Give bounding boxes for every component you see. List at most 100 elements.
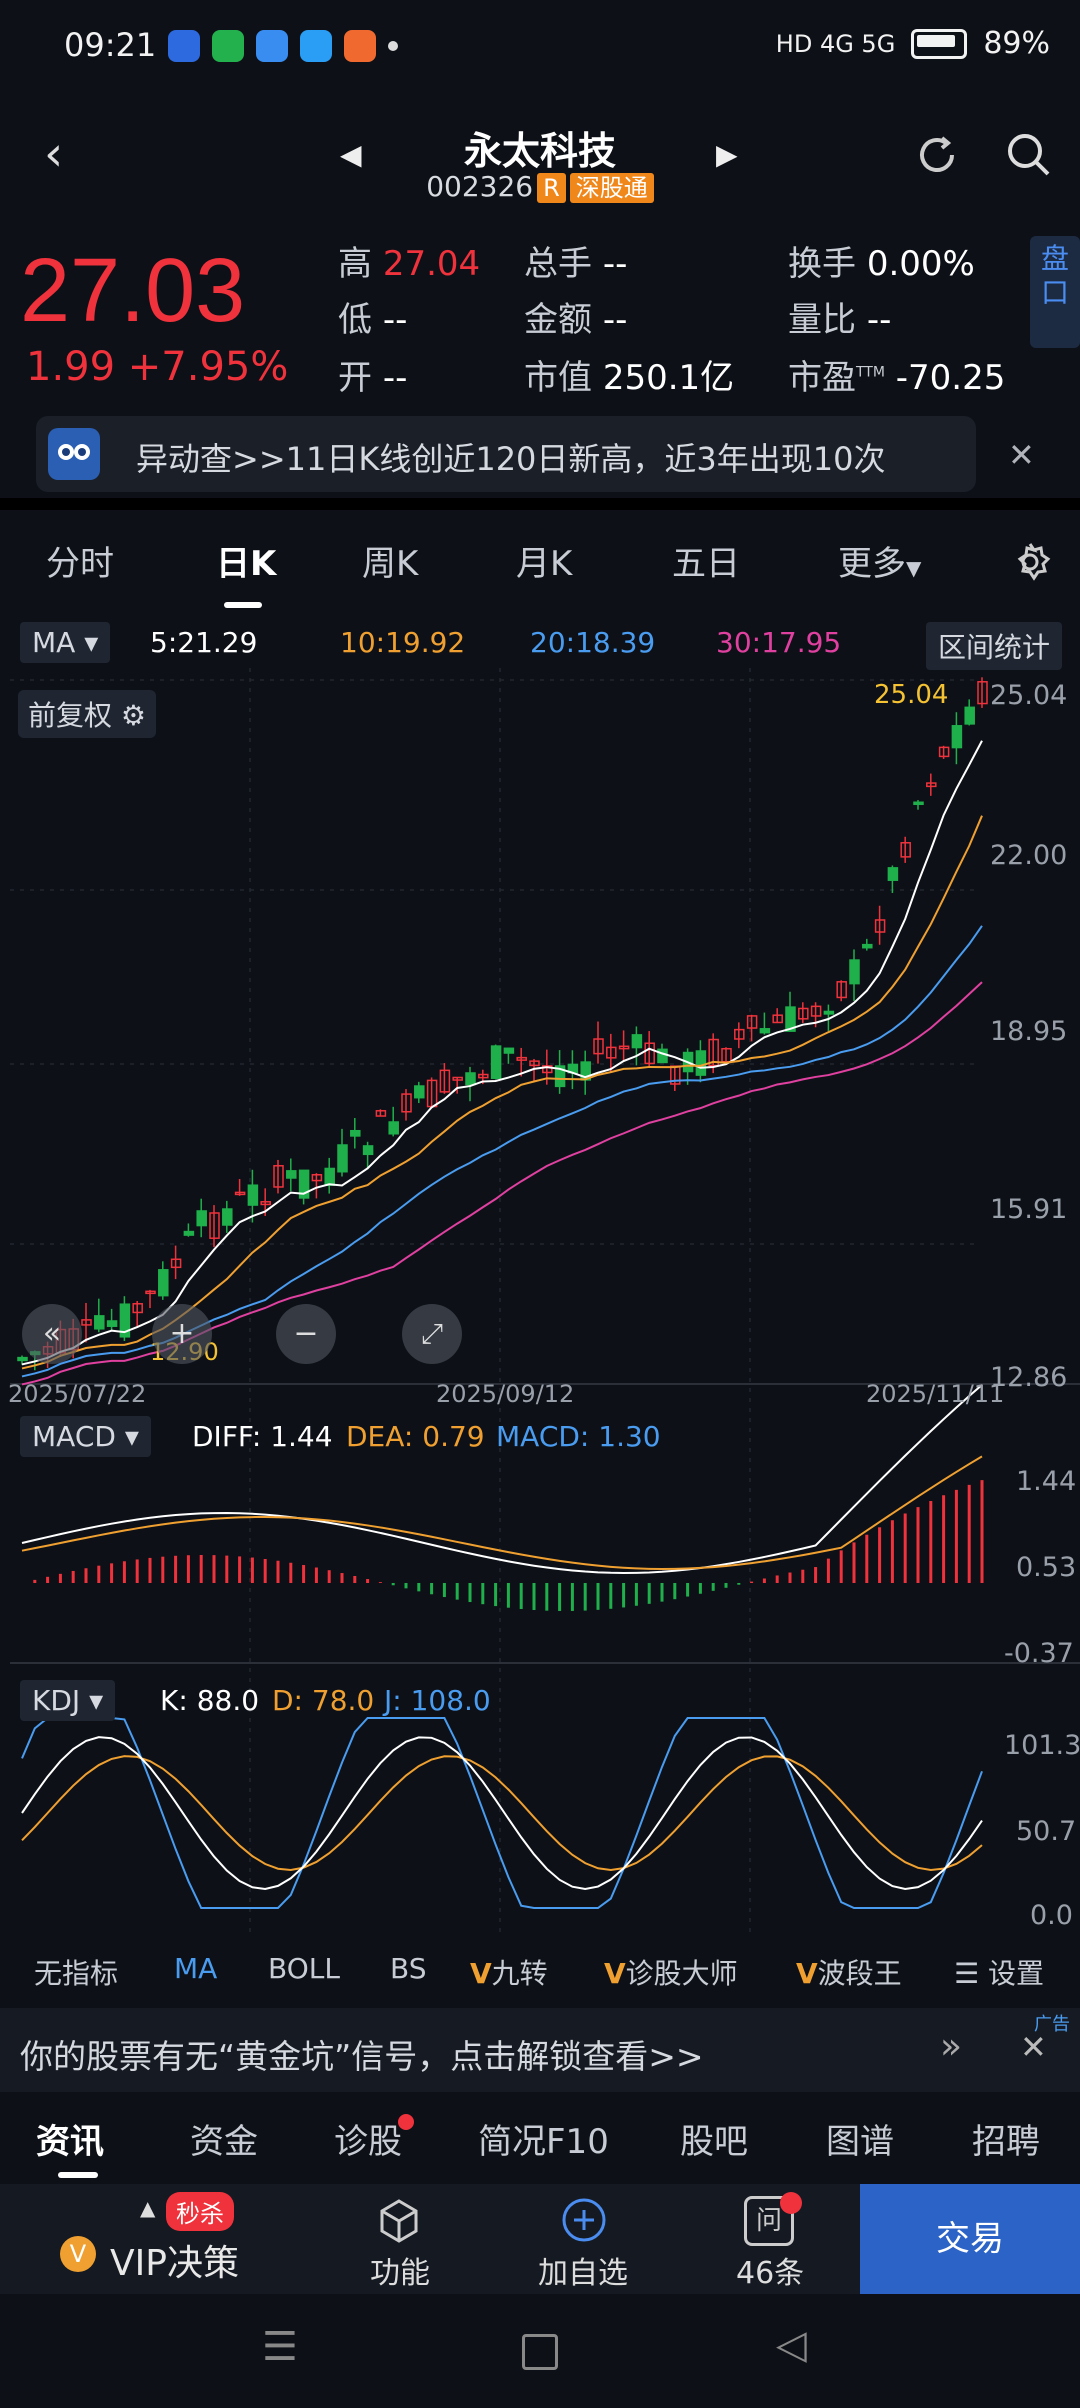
macd-axis-label: 0.53 xyxy=(1016,1552,1077,1583)
divider xyxy=(0,498,1080,510)
add-watchlist-button[interactable]: 加自选 xyxy=(538,2248,628,2292)
vip-decision-button[interactable]: VIP决策 xyxy=(110,2234,239,2286)
next-stock-icon[interactable]: ▶ xyxy=(716,138,738,171)
function-button[interactable]: 功能 xyxy=(370,2248,430,2292)
chevron-right-icon: » xyxy=(940,2026,963,2067)
vip-v-icon: V xyxy=(604,1957,626,1990)
battery-icon xyxy=(911,28,968,59)
vip-icon: V xyxy=(60,2236,96,2272)
tab-daily[interactable]: 日K xyxy=(216,536,276,585)
pankou-button[interactable]: 盘口 xyxy=(1030,236,1080,348)
kdj-selector[interactable]: KDJ ▾ xyxy=(20,1680,116,1721)
ma20-value: 20:18.39 xyxy=(530,626,656,659)
macd-selector[interactable]: MACD ▾ xyxy=(20,1416,151,1457)
battery-level: 89% xyxy=(983,26,1050,61)
tab-funds[interactable]: 资金 xyxy=(190,2114,258,2163)
app-icon xyxy=(168,30,200,62)
date-label: 2025/09/12 xyxy=(436,1380,575,1408)
trade-button[interactable]: 交易 xyxy=(860,2184,1080,2294)
tab-forum[interactable]: 股吧 xyxy=(680,2114,748,2163)
settings-icon[interactable] xyxy=(1008,540,1052,588)
amount-field: 金额 -- xyxy=(524,300,628,340)
ad-text: 你的股票有无“黄金坑”信号，点击解锁查看>> xyxy=(20,2037,704,2076)
volume-field: 总手 -- xyxy=(524,244,628,284)
info-tabs: 资讯 资金 诊股 简况F10 股吧 图谱 招聘 xyxy=(0,2096,1080,2180)
zoom-in-icon[interactable]: + xyxy=(152,1304,212,1364)
j-value: J: 108.0 xyxy=(384,1684,491,1717)
ad-banner[interactable]: 你的股票有无“黄金坑”信号，点击解锁查看>> 广告 » ✕ xyxy=(0,2008,1080,2092)
indicator-none[interactable]: 无指标 xyxy=(34,1952,118,1992)
high-field: 高 27.04 xyxy=(338,244,481,284)
tab-monthly[interactable]: 月K xyxy=(516,536,572,585)
kdj-axis-label: 0.0 xyxy=(1030,1900,1073,1931)
back-nav-icon[interactable]: ◁ xyxy=(776,2322,807,2368)
owl-icon xyxy=(48,428,100,480)
stock-code: 002326 xyxy=(426,170,534,203)
high-mark: 25.04 xyxy=(874,680,949,710)
tab-news[interactable]: 资讯 xyxy=(36,2114,104,2163)
tab-weekly[interactable]: 周K xyxy=(362,536,418,585)
tab-more[interactable]: 更多▼ xyxy=(838,536,921,585)
menu-icon[interactable]: ☰ xyxy=(262,2324,298,2370)
pe-field: 市盈TTM -70.25 xyxy=(788,358,1006,398)
indicator-ma[interactable]: MA xyxy=(174,1952,217,1985)
turnover-field: 换手 0.00% xyxy=(788,244,975,284)
chart-grid xyxy=(10,668,1080,1938)
indicator-settings[interactable]: ☰ 设置 xyxy=(954,1952,1044,1992)
indicator-bs[interactable]: BS xyxy=(390,1952,427,1985)
cube-icon xyxy=(374,2196,424,2250)
tab-graph[interactable]: 图谱 xyxy=(826,2114,894,2163)
caret-up-icon: ▲ xyxy=(140,2196,156,2220)
kline-chart[interactable] xyxy=(0,668,1080,1940)
search-icon[interactable] xyxy=(1004,130,1054,184)
close-icon[interactable]: ✕ xyxy=(1008,436,1035,474)
indicator-boll[interactable]: BOLL xyxy=(268,1952,340,1985)
indicator-zhengu[interactable]: V诊股大师 xyxy=(604,1952,738,1992)
open-field: 开 -- xyxy=(338,358,408,398)
active-tab-indicator xyxy=(224,602,262,608)
market-badge: 深股通 xyxy=(569,173,654,203)
indicator-jiuzhuan[interactable]: V九转 xyxy=(470,1952,548,1992)
notification-icons xyxy=(168,30,398,62)
diff-value: DIFF: 1.44 xyxy=(192,1420,333,1453)
app-icon xyxy=(256,30,288,62)
macd-panel xyxy=(21,1384,984,1611)
adjust-button[interactable]: 前复权 ⚙ xyxy=(18,690,157,738)
ma10-value: 10:19.92 xyxy=(340,626,466,659)
ma5-value: 5:21.29 xyxy=(150,626,258,659)
macd-axis-label: 1.44 xyxy=(1016,1466,1077,1497)
volume-ratio-field: 量比 -- xyxy=(788,300,892,340)
dot-icon xyxy=(388,41,398,51)
price-axis-label: 18.95 xyxy=(990,1016,1068,1047)
tab-recruit[interactable]: 招聘 xyxy=(972,2114,1040,2163)
close-icon[interactable]: ✕ xyxy=(1020,2028,1047,2066)
low-field: 低 -- xyxy=(338,300,408,340)
tab-diagnosis[interactable]: 诊股 xyxy=(334,2114,402,2163)
kdj-axis-label: 101.3 xyxy=(1004,1730,1080,1761)
tab-f10[interactable]: 简况F10 xyxy=(478,2114,609,2163)
status-time: 09:21 xyxy=(64,26,157,64)
vip-v-icon: V xyxy=(470,1957,492,1990)
red-dot-badge xyxy=(780,2192,802,2214)
questions-button[interactable]: 46条 xyxy=(736,2248,804,2292)
scroll-left-icon[interactable]: « xyxy=(22,1304,82,1364)
alert-banner[interactable]: 异动查>>11日K线创近120日新高，近3年出现10次 xyxy=(36,416,976,492)
price-axis-label: 15.91 xyxy=(990,1194,1068,1225)
fullscreen-icon[interactable]: ⤢ xyxy=(402,1304,462,1364)
r-badge: R xyxy=(537,173,566,203)
zoom-out-icon[interactable]: − xyxy=(276,1304,336,1364)
mcap-field: 市值 250.1亿 xyxy=(524,358,735,398)
add-circle-icon xyxy=(560,2196,608,2248)
indicator-boduan[interactable]: V波段王 xyxy=(796,1952,902,1992)
tab-intraday[interactable]: 分时 xyxy=(46,536,114,585)
range-stats-button[interactable]: 区间统计 xyxy=(926,622,1063,670)
system-nav-bar: ☰ ◁ xyxy=(0,2294,1080,2408)
active-tab-indicator xyxy=(58,2172,98,2178)
macd-axis-label: -0.37 xyxy=(1004,1638,1074,1669)
list-icon: ☰ xyxy=(954,1957,980,1990)
ma-selector[interactable]: MA ▾ xyxy=(20,622,111,663)
refresh-icon[interactable] xyxy=(912,130,962,184)
home-icon[interactable] xyxy=(522,2334,558,2370)
change-value: 1.99 xyxy=(26,344,116,390)
tab-fiveday[interactable]: 五日 xyxy=(672,536,740,585)
